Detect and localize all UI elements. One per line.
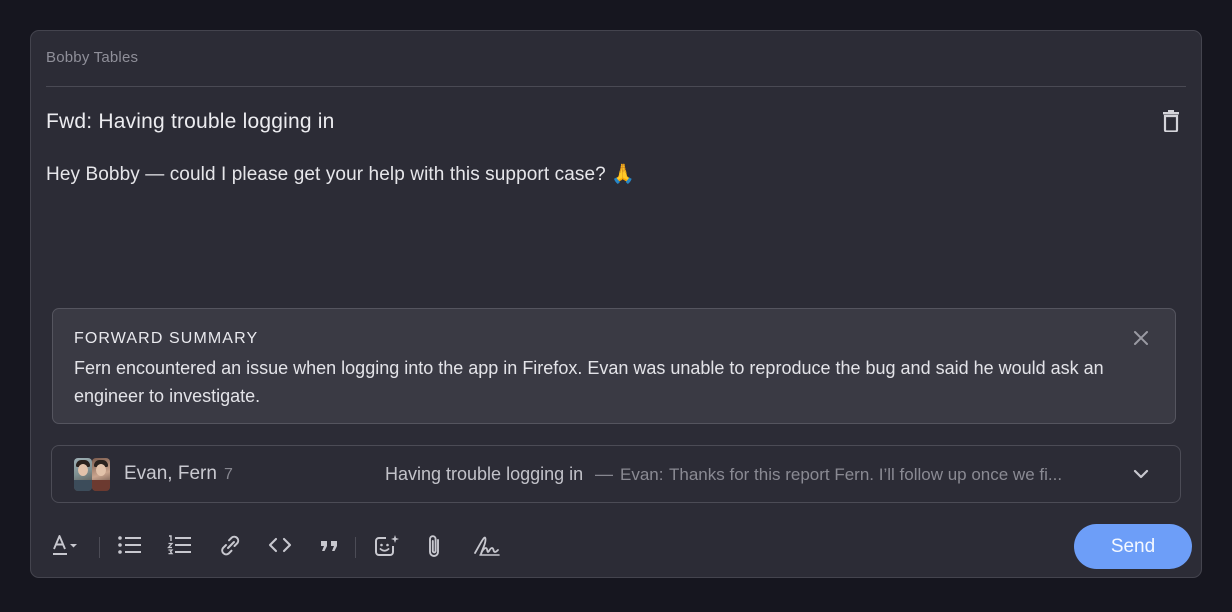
summary-text: Fern encountered an issue when logging i… xyxy=(74,358,1104,406)
avatar-group xyxy=(74,458,110,491)
subject-line[interactable]: Fwd: Having trouble logging in xyxy=(46,110,335,134)
emoji-icon[interactable] xyxy=(368,528,402,562)
numbered-list-icon[interactable] xyxy=(162,528,196,562)
recipient[interactable]: Bobby Tables xyxy=(46,49,138,66)
summary-heading: FORWARD SUMMARY xyxy=(74,330,259,347)
attachment-icon[interactable] xyxy=(418,528,452,562)
avatar xyxy=(74,458,92,491)
compose-window: Bobby Tables Fwd: Having trouble logging… xyxy=(30,30,1202,578)
thread-participants: Evan, Fern xyxy=(124,463,217,484)
toolbar-divider xyxy=(355,537,356,558)
signature-icon[interactable] xyxy=(468,528,502,562)
quote-icon[interactable] xyxy=(312,528,346,562)
message-body[interactable]: Hey Bobby — could I please get your help… xyxy=(46,162,635,186)
thread-subject: Having trouble logging in xyxy=(385,464,584,484)
avatar xyxy=(92,458,110,491)
header-divider xyxy=(46,86,1186,87)
last-message-snippet: Thanks for this report Fern. I’ll follow… xyxy=(669,465,1063,484)
toolbar-divider xyxy=(99,537,100,558)
message-count: 7 xyxy=(224,466,233,483)
bulleted-list-icon[interactable] xyxy=(112,528,146,562)
forwarded-thread[interactable]: Evan, Fern 7 Having trouble logging in —… xyxy=(51,445,1181,503)
code-icon[interactable] xyxy=(262,528,296,562)
forward-summary-card: FORWARD SUMMARY Fern encountered an issu… xyxy=(52,308,1176,424)
close-icon[interactable] xyxy=(1133,330,1149,346)
trash-icon[interactable] xyxy=(1161,110,1181,133)
link-icon[interactable] xyxy=(212,528,246,562)
send-button[interactable]: Send xyxy=(1074,524,1192,569)
thread-separator: — xyxy=(595,464,613,484)
text-format-icon[interactable] xyxy=(46,528,80,562)
chevron-down-icon[interactable] xyxy=(1132,466,1150,482)
last-message-author: Evan: xyxy=(620,465,664,484)
